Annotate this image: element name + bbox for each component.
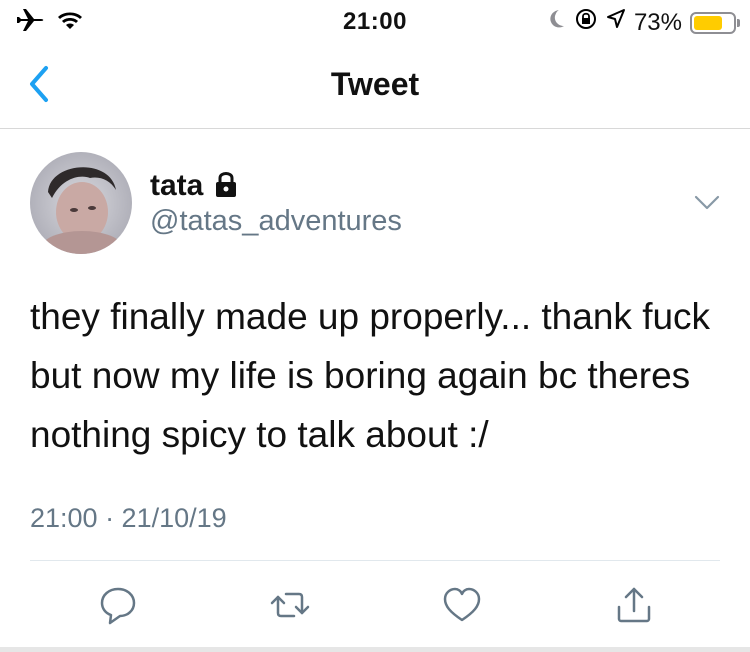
share-icon[interactable] [612, 583, 656, 627]
battery-percent: 73% [633, 8, 682, 36]
status-bar: 21:00 73% [0, 0, 750, 40]
location-icon [606, 8, 626, 37]
page-title: Tweet [330, 66, 420, 102]
author-name[interactable]: tata [150, 169, 203, 203]
author-handle[interactable]: @tatas_adventures [150, 205, 402, 238]
tweet-text: they finally made up properly... thank f… [30, 296, 711, 455]
heart-icon[interactable] [440, 583, 484, 627]
author-row: tata [150, 169, 239, 203]
rotation-lock-icon [574, 7, 598, 38]
status-right: 73% [546, 7, 740, 38]
lock-icon [213, 170, 239, 203]
avatar[interactable] [30, 152, 132, 254]
chevron-down-icon[interactable] [694, 194, 720, 212]
battery-icon [690, 11, 740, 34]
reply-icon[interactable] [96, 583, 140, 627]
retweet-icon[interactable] [268, 583, 312, 627]
battery-fill [694, 15, 722, 30]
nav-bar: Tweet [0, 40, 750, 129]
bottom-divider [0, 647, 750, 652]
moon-icon [546, 8, 566, 37]
tweet-timestamp: 21:00 · 21/10/19 [30, 503, 227, 533]
action-bar [0, 561, 750, 651]
